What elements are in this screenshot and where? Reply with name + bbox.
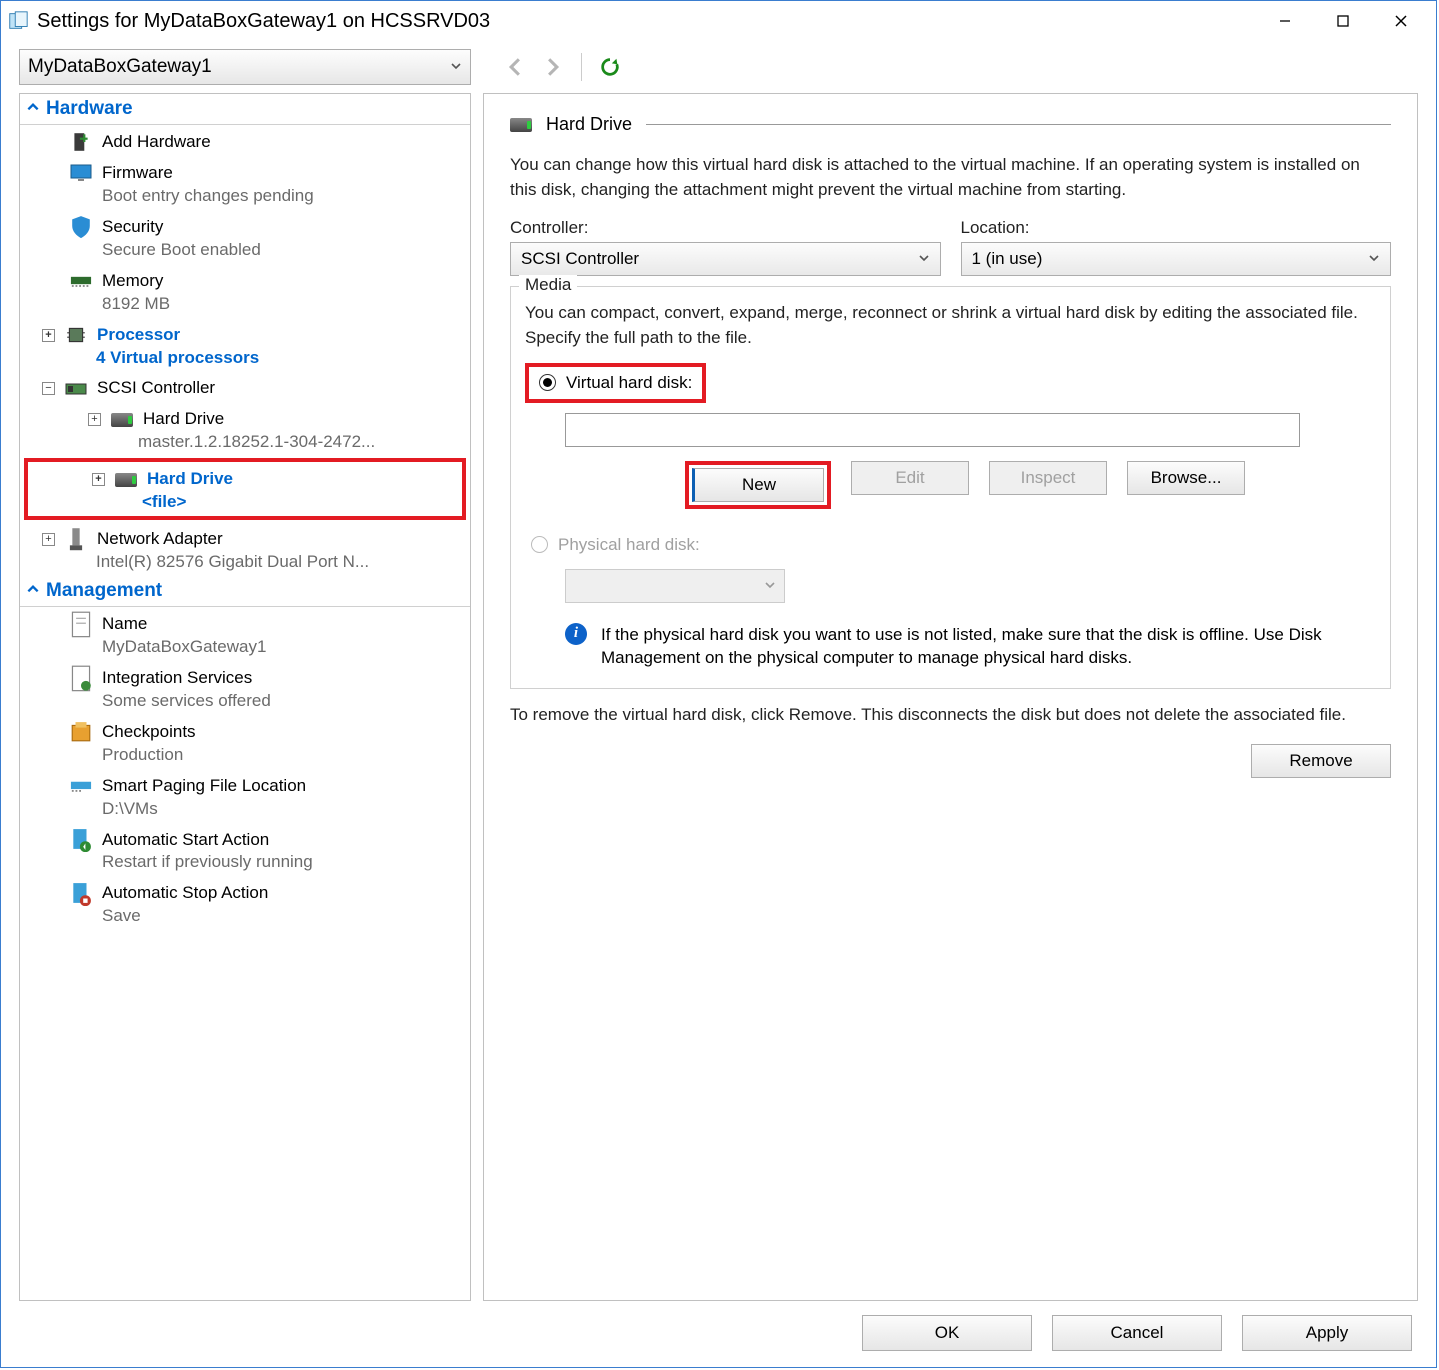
virtual-hard-disk-radio[interactable]: Virtual hard disk: bbox=[533, 369, 698, 397]
collapse-icon[interactable]: − bbox=[42, 382, 55, 395]
media-legend: Media bbox=[519, 275, 577, 295]
hard-drive-icon bbox=[115, 471, 137, 489]
hard-drive-icon bbox=[111, 411, 133, 429]
nav-back-button[interactable] bbox=[499, 51, 531, 83]
remove-description: To remove the virtual hard disk, click R… bbox=[510, 703, 1391, 728]
maximize-button[interactable] bbox=[1314, 3, 1372, 39]
tree-hard-drive-2[interactable]: +Hard Drive <file> bbox=[28, 462, 462, 516]
highlight-box-vhd-radio: Virtual hard disk: bbox=[525, 363, 706, 403]
chevron-down-icon bbox=[450, 57, 462, 77]
tree-auto-stop[interactable]: Automatic Stop Action Save bbox=[20, 876, 470, 930]
controller-icon bbox=[65, 380, 87, 398]
ok-button[interactable]: OK bbox=[862, 1315, 1032, 1351]
collapse-icon bbox=[26, 580, 40, 602]
nav-forward-button[interactable] bbox=[537, 51, 569, 83]
title-divider bbox=[646, 124, 1391, 125]
close-button[interactable] bbox=[1372, 3, 1430, 39]
tree-processor[interactable]: +Processor 4 Virtual processors bbox=[20, 318, 470, 372]
controller-dropdown[interactable]: SCSI Controller bbox=[510, 242, 941, 276]
window-title: Settings for MyDataBoxGateway1 on HCSSRV… bbox=[37, 10, 490, 33]
tree-smart-paging[interactable]: Smart Paging File Location D:\VMs bbox=[20, 769, 470, 823]
network-icon bbox=[65, 531, 87, 549]
remove-button[interactable]: Remove bbox=[1251, 744, 1391, 778]
vhd-path-input[interactable] bbox=[565, 413, 1300, 447]
expand-icon[interactable]: + bbox=[42, 329, 55, 342]
settings-tree: Hardware Add Hardware Firmware Boot entr… bbox=[19, 93, 471, 1301]
checkpoints-icon bbox=[70, 723, 92, 741]
browse-button[interactable]: Browse... bbox=[1127, 461, 1245, 495]
shield-icon bbox=[70, 218, 92, 236]
tree-checkpoints[interactable]: Checkpoints Production bbox=[20, 715, 470, 769]
chevron-down-icon bbox=[764, 576, 776, 596]
app-icon bbox=[7, 12, 29, 30]
edit-button[interactable]: Edit bbox=[851, 461, 969, 495]
controller-label: Controller: bbox=[510, 218, 941, 238]
tree-integration-services[interactable]: Integration Services Some services offer… bbox=[20, 661, 470, 715]
radio-checked-icon bbox=[539, 374, 556, 391]
management-header-label: Management bbox=[46, 580, 162, 602]
integration-icon bbox=[70, 669, 92, 687]
add-hardware-icon bbox=[70, 133, 92, 151]
collapse-icon bbox=[26, 98, 40, 120]
tree-network-adapter[interactable]: +Network Adapter Intel(R) 82576 Gigabit … bbox=[20, 522, 470, 576]
panel-description: You can change how this virtual hard dis… bbox=[510, 153, 1391, 202]
expand-icon[interactable]: + bbox=[42, 533, 55, 546]
minimize-button[interactable] bbox=[1256, 3, 1314, 39]
expand-icon[interactable]: + bbox=[92, 473, 105, 486]
highlight-box-hard-drive: +Hard Drive <file> bbox=[24, 458, 466, 520]
auto-stop-icon bbox=[70, 885, 92, 903]
tree-add-hardware[interactable]: Add Hardware bbox=[20, 125, 470, 156]
tree-security[interactable]: Security Secure Boot enabled bbox=[20, 210, 470, 264]
panel-title: Hard Drive bbox=[546, 114, 632, 135]
highlight-box-new-button: New bbox=[685, 461, 831, 509]
radio-unchecked-icon bbox=[531, 536, 548, 553]
cpu-icon bbox=[65, 326, 87, 344]
titlebar: Settings for MyDataBoxGateway1 on HCSSRV… bbox=[1, 1, 1436, 41]
vm-selector-value: MyDataBoxGateway1 bbox=[28, 56, 450, 78]
details-panel: Hard Drive You can change how this virtu… bbox=[483, 93, 1418, 1301]
refresh-button[interactable] bbox=[594, 51, 626, 83]
expand-icon[interactable]: + bbox=[88, 413, 101, 426]
info-icon: i bbox=[565, 623, 587, 645]
tree-name[interactable]: Name MyDataBoxGateway1 bbox=[20, 607, 470, 661]
toolbar-divider bbox=[581, 53, 582, 81]
physical-disk-dropdown bbox=[565, 569, 785, 603]
tree-hard-drive-1[interactable]: +Hard Drive master.1.2.18252.1-304-2472.… bbox=[20, 402, 470, 456]
monitor-icon bbox=[70, 164, 92, 182]
media-fieldset: Media You can compact, convert, expand, … bbox=[510, 286, 1391, 689]
vm-selector-dropdown[interactable]: MyDataBoxGateway1 bbox=[19, 49, 471, 85]
auto-start-icon bbox=[70, 831, 92, 849]
chevron-down-icon bbox=[918, 249, 930, 269]
tree-firmware[interactable]: Firmware Boot entry changes pending bbox=[20, 156, 470, 210]
new-button[interactable]: New bbox=[692, 468, 824, 502]
media-description: You can compact, convert, expand, merge,… bbox=[525, 301, 1376, 350]
inspect-button[interactable]: Inspect bbox=[989, 461, 1107, 495]
hard-drive-icon bbox=[510, 116, 532, 134]
location-dropdown[interactable]: 1 (in use) bbox=[961, 242, 1392, 276]
management-category-header[interactable]: Management bbox=[20, 576, 470, 607]
memory-icon bbox=[70, 272, 92, 290]
hardware-category-header[interactable]: Hardware bbox=[20, 94, 470, 125]
hardware-header-label: Hardware bbox=[46, 98, 133, 120]
physical-hard-disk-radio: Physical hard disk: bbox=[525, 531, 706, 559]
location-label: Location: bbox=[961, 218, 1392, 238]
chevron-down-icon bbox=[1368, 249, 1380, 269]
physical-disk-info: If the physical hard disk you want to us… bbox=[601, 623, 1376, 671]
tree-scsi-controller[interactable]: −SCSI Controller bbox=[20, 371, 470, 402]
paging-icon bbox=[70, 777, 92, 795]
apply-button[interactable]: Apply bbox=[1242, 1315, 1412, 1351]
tree-auto-start[interactable]: Automatic Start Action Restart if previo… bbox=[20, 823, 470, 877]
cancel-button[interactable]: Cancel bbox=[1052, 1315, 1222, 1351]
name-icon bbox=[70, 615, 92, 633]
tree-memory[interactable]: Memory 8192 MB bbox=[20, 264, 470, 318]
